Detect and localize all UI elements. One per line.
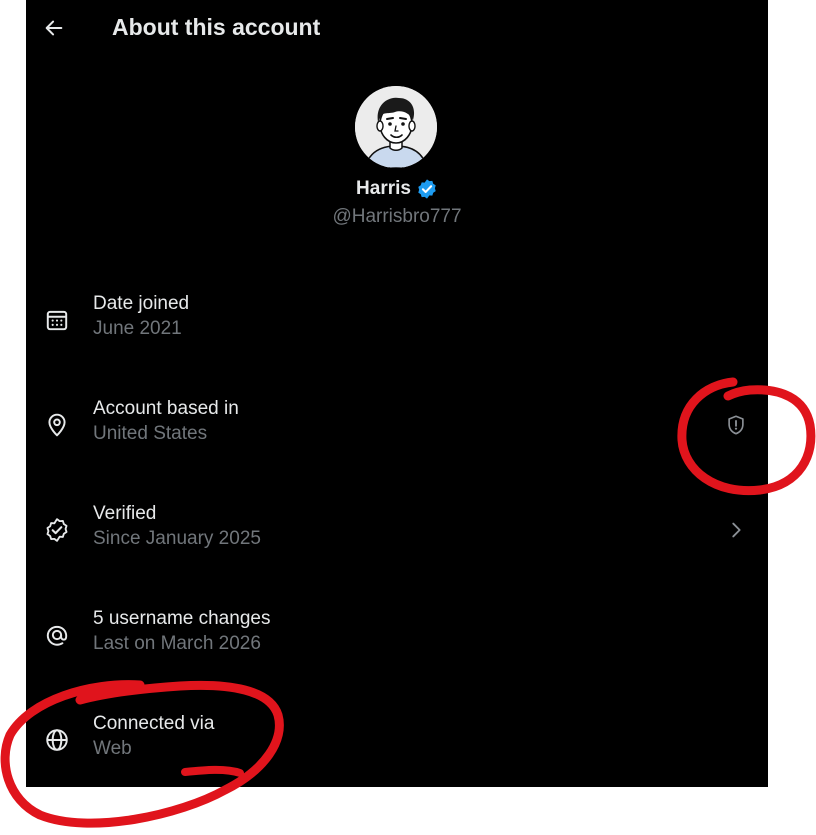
display-name[interactable]: Harris [356,178,411,200]
row-title: 5 username changes [93,608,271,629]
name-row: Harris [26,178,768,200]
header: About this account [26,0,768,60]
row-subtitle: Since January 2025 [93,528,261,549]
at-sign-icon [44,622,70,648]
account-handle: @Harrisbro777 [332,206,462,227]
back-button[interactable] [36,10,72,46]
row-subtitle: United States [93,423,208,444]
calendar-icon [44,307,70,333]
row-title: Verified [93,503,157,524]
cartoon-avatar-icon [355,86,437,168]
row-connected-via: Connected via Web [26,696,768,786]
arrow-left-icon [45,20,63,36]
row-subtitle: Web [93,738,132,759]
row-subtitle: Last on March 2026 [93,633,261,654]
row-title: Date joined [93,293,190,314]
row-date-joined: Date joined June 2021 [26,276,768,366]
location-pin-icon [44,412,70,438]
chevron-right-icon[interactable] [724,518,748,542]
page-title: About this account [112,14,321,40]
avatar[interactable] [355,86,437,168]
row-account-based-in[interactable]: Account based in United States [26,381,768,471]
shield-alert-icon[interactable] [724,413,748,437]
row-username-changes[interactable]: 5 username changes Last on March 2026 [26,591,768,681]
verified-check-icon [44,517,70,543]
row-subtitle: June 2021 [93,318,182,339]
row-title: Account based in [93,398,239,419]
about-account-panel: About this account Harris @Harrisbro777 … [26,0,768,787]
row-verified[interactable]: Verified Since January 2025 [26,486,768,576]
globe-icon [44,727,70,753]
verified-badge-icon[interactable] [416,178,438,200]
row-title: Connected via [93,713,215,734]
